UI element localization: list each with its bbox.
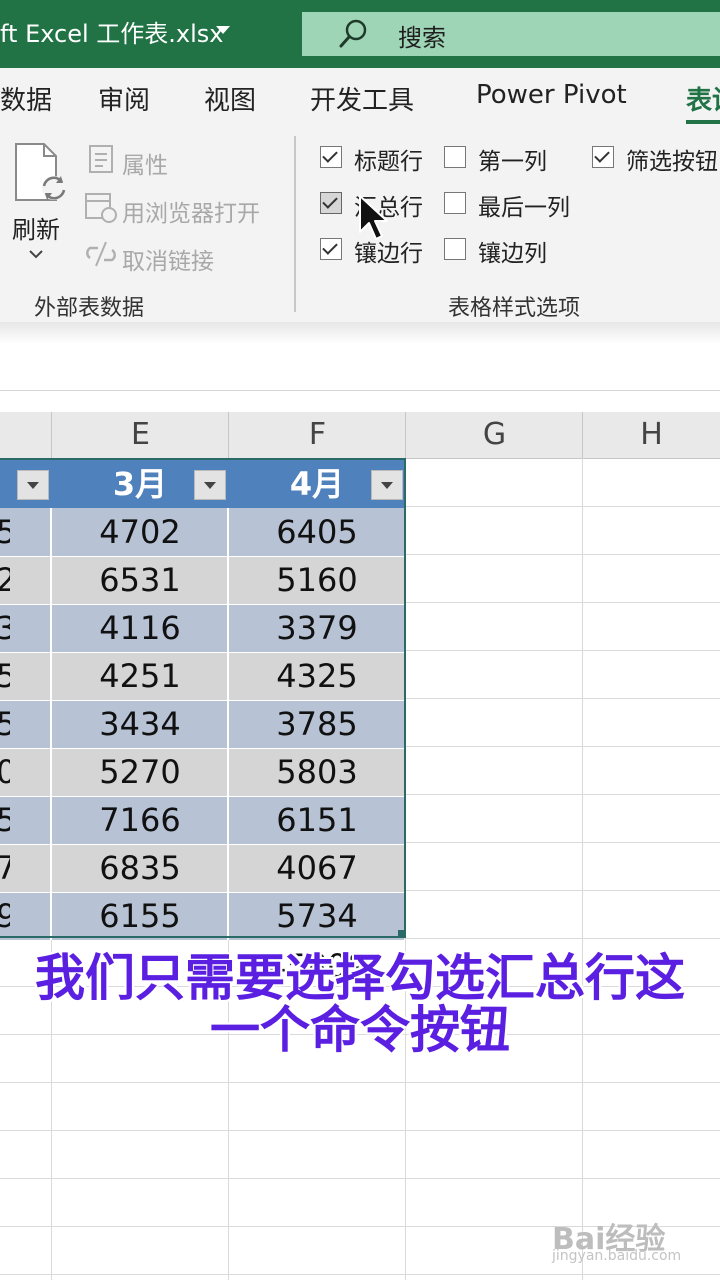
group-label-external-data: 外部表数据 — [34, 296, 145, 321]
last-column-label[interactable]: 最后一列 — [478, 188, 570, 222]
refresh-icon[interactable] — [12, 142, 70, 208]
open-in-browser-icon — [85, 193, 117, 223]
gridline — [0, 1130, 720, 1131]
header-row-label[interactable]: 标题行 — [354, 142, 423, 176]
gridline — [0, 1082, 720, 1083]
tab-table-design[interactable]: 表设 — [686, 80, 720, 117]
column-header-g[interactable]: G — [406, 412, 583, 458]
column-header-f[interactable]: F — [229, 412, 406, 458]
properties-icon — [89, 145, 113, 173]
chevron-down-icon[interactable] — [28, 248, 44, 260]
group-label-style-options: 表格样式选项 — [448, 296, 581, 321]
document-title: ft Excel 工作表.xlsx — [0, 20, 224, 48]
header-row-checkbox[interactable] — [320, 146, 342, 168]
filter-button-label[interactable]: 筛选按钮 — [626, 142, 718, 176]
banded-columns-checkbox[interactable] — [444, 238, 466, 260]
tab-view[interactable]: 视图 — [204, 80, 256, 117]
formula-bar[interactable] — [0, 344, 720, 391]
gridline — [0, 1274, 720, 1275]
banded-columns-label[interactable]: 镶边列 — [478, 234, 547, 268]
tab-power-pivot[interactable]: Power Pivot — [476, 80, 627, 110]
properties-button[interactable]: 属性 — [122, 146, 168, 180]
mouse-cursor-icon — [359, 195, 388, 240]
ribbon-shadow — [0, 322, 720, 344]
filter-button-checkbox[interactable] — [592, 146, 614, 168]
subtitle-line-2: 一个命令按钮 — [210, 1001, 510, 1059]
banded-rows-checkbox[interactable] — [320, 238, 342, 260]
search-label[interactable]: 搜索 — [398, 18, 446, 53]
active-tab-indicator — [686, 120, 720, 124]
tab-review[interactable]: 审阅 — [98, 80, 150, 117]
table-resize-handle[interactable] — [398, 930, 406, 938]
gridline — [0, 1178, 720, 1179]
last-column-checkbox[interactable] — [444, 192, 466, 214]
watermark-url: jingyan.baidu.com — [552, 1248, 682, 1264]
column-header-e[interactable]: E — [52, 412, 229, 458]
table-border — [0, 458, 406, 938]
gridline — [582, 458, 583, 1280]
column-header-h[interactable]: H — [583, 412, 720, 458]
first-column-checkbox[interactable] — [444, 146, 466, 168]
total-row-checkbox[interactable] — [320, 192, 342, 214]
refresh-button[interactable]: 刷新 — [12, 210, 60, 245]
search-icon[interactable] — [338, 18, 368, 50]
unlink-button[interactable]: 取消链接 — [122, 242, 214, 276]
tab-developer[interactable]: 开发工具 — [310, 80, 414, 117]
first-column-label[interactable]: 第一列 — [478, 142, 547, 176]
tab-data[interactable]: 数据 — [0, 80, 52, 117]
chevron-down-icon[interactable] — [216, 26, 230, 34]
ribbon-group-divider — [294, 136, 296, 312]
unlink-icon — [86, 241, 116, 267]
open-in-browser-button[interactable]: 用浏览器打开 — [122, 194, 260, 228]
